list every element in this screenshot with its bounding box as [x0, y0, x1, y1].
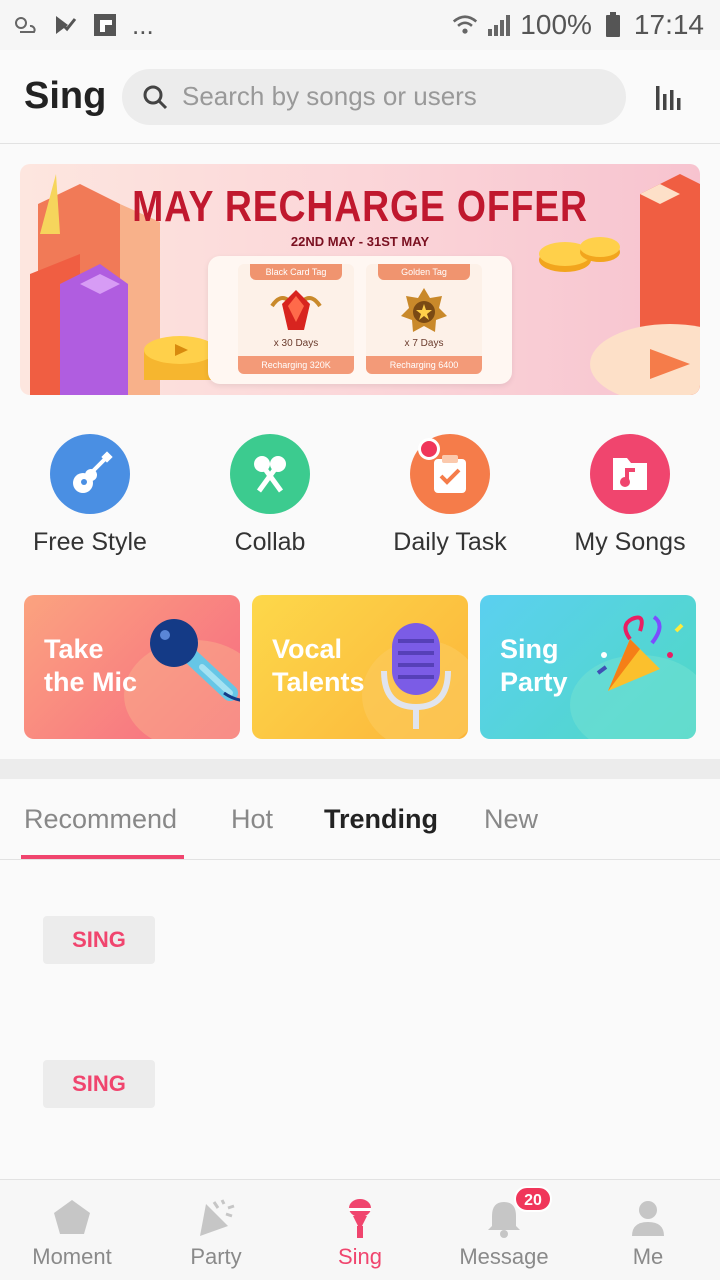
card-take-the-mic[interactable]: Take the Mic — [24, 595, 240, 739]
signal-icon — [486, 12, 512, 38]
nav-party[interactable]: Party — [144, 1180, 288, 1280]
mic-icon — [349, 1199, 371, 1238]
notification-dot — [418, 438, 440, 460]
offer-golden-card: Golden Tag x 7 Days Recharging 6400 — [366, 264, 482, 374]
banner-title: MAY RECHARGE OFFER — [132, 182, 588, 231]
leaderboard-icon[interactable] — [654, 82, 684, 112]
card-label: Sing Party — [500, 634, 568, 697]
card-label: Take the Mic — [44, 634, 138, 697]
tab-active-indicator — [21, 855, 184, 859]
section-divider — [0, 759, 720, 779]
banner-subtitle: 22ND MAY - 31ST MAY — [290, 234, 430, 249]
quick-my-songs[interactable]: My Songs — [540, 434, 720, 564]
tab-recommend[interactable]: Recommend — [24, 804, 177, 835]
offer-tag: Black Card Tag — [250, 264, 342, 280]
battery-percent: 100% — [520, 9, 592, 40]
nav-label: Party — [190, 1244, 242, 1269]
battery-icon — [600, 12, 626, 38]
offer-black-card: Black Card Tag x 30 Days Recharging 320K — [238, 264, 354, 374]
sing-home-screen: ... 100% 17:14 Sing Search by songs or u… — [0, 0, 720, 1280]
top-header: Sing Search by songs or users — [0, 50, 720, 144]
tab-hot[interactable]: Hot — [231, 804, 273, 835]
search-placeholder: Search by songs or users — [182, 81, 477, 111]
tab-trending[interactable]: Trending — [324, 804, 438, 835]
nav-sing[interactable]: Sing — [288, 1180, 432, 1280]
quick-label: My Songs — [574, 528, 686, 556]
offer-card: Black Card Tag x 30 Days Recharging 320K… — [208, 256, 512, 384]
duet-mics-icon — [230, 434, 310, 514]
nav-moment[interactable]: Moment — [0, 1180, 144, 1280]
nav-label: Message — [459, 1244, 549, 1269]
weather-icon — [12, 12, 38, 38]
task-check-icon — [52, 12, 78, 38]
search-icon — [143, 85, 168, 109]
status-left: ... — [12, 10, 154, 41]
person-icon — [632, 1201, 664, 1236]
pentagon-icon — [54, 1200, 90, 1234]
quick-label: Daily Task — [393, 528, 507, 556]
message-badge: 20 — [514, 1186, 552, 1212]
party-icon — [200, 1199, 235, 1236]
offer-foot: Recharging 320K — [238, 356, 354, 374]
quick-label: Collab — [234, 528, 306, 556]
promo-banner[interactable]: MAY RECHARGE OFFER 22ND MAY - 31ST MAY B… — [20, 164, 700, 395]
nav-label: Sing — [337, 1244, 383, 1269]
feed-tabs: Recommend Hot Trending New — [0, 779, 720, 860]
quick-free-style[interactable]: Free Style — [0, 434, 180, 564]
offer-days: x 7 Days — [404, 338, 444, 349]
red-gem-icon — [270, 290, 322, 330]
card-label: Vocal Talents — [272, 634, 365, 697]
flipboard-icon — [92, 12, 118, 38]
sing-button[interactable]: SING — [43, 916, 155, 964]
clock: 17:14 — [633, 9, 704, 40]
wifi-icon — [452, 12, 478, 38]
music-folder-icon — [590, 434, 670, 514]
tab-new[interactable]: New — [484, 804, 538, 835]
nav-label: Me — [632, 1244, 664, 1269]
page-title: Sing — [24, 75, 107, 117]
quick-daily-task[interactable]: Daily Task — [360, 434, 540, 564]
nav-me[interactable]: Me — [576, 1180, 720, 1280]
search-input[interactable]: Search by songs or users — [122, 68, 626, 125]
quick-label: Free Style — [33, 528, 147, 556]
quick-actions: Free Style Collab Daily Task My Songs — [0, 434, 720, 564]
more-notifications: ... — [132, 9, 154, 40]
status-right: 100% 17:14 — [452, 9, 704, 41]
offer-foot: Recharging 6400 — [366, 356, 482, 374]
bottom-nav: Moment Party Sing 20 Message Me — [0, 1179, 720, 1280]
sing-button[interactable]: SING — [43, 1060, 155, 1108]
status-bar: ... 100% 17:14 — [0, 0, 720, 50]
quick-collab[interactable]: Collab — [180, 434, 360, 564]
guitar-icon — [50, 434, 130, 514]
offer-tag: Golden Tag — [378, 264, 470, 280]
card-vocal-talents[interactable]: Vocal Talents — [252, 595, 468, 739]
nav-message[interactable]: 20 Message — [432, 1180, 576, 1280]
offer-days: x 30 Days — [273, 338, 319, 349]
nav-label: Moment — [32, 1244, 112, 1269]
gold-badge-icon — [401, 288, 447, 332]
card-sing-party[interactable]: Sing Party — [480, 595, 696, 739]
